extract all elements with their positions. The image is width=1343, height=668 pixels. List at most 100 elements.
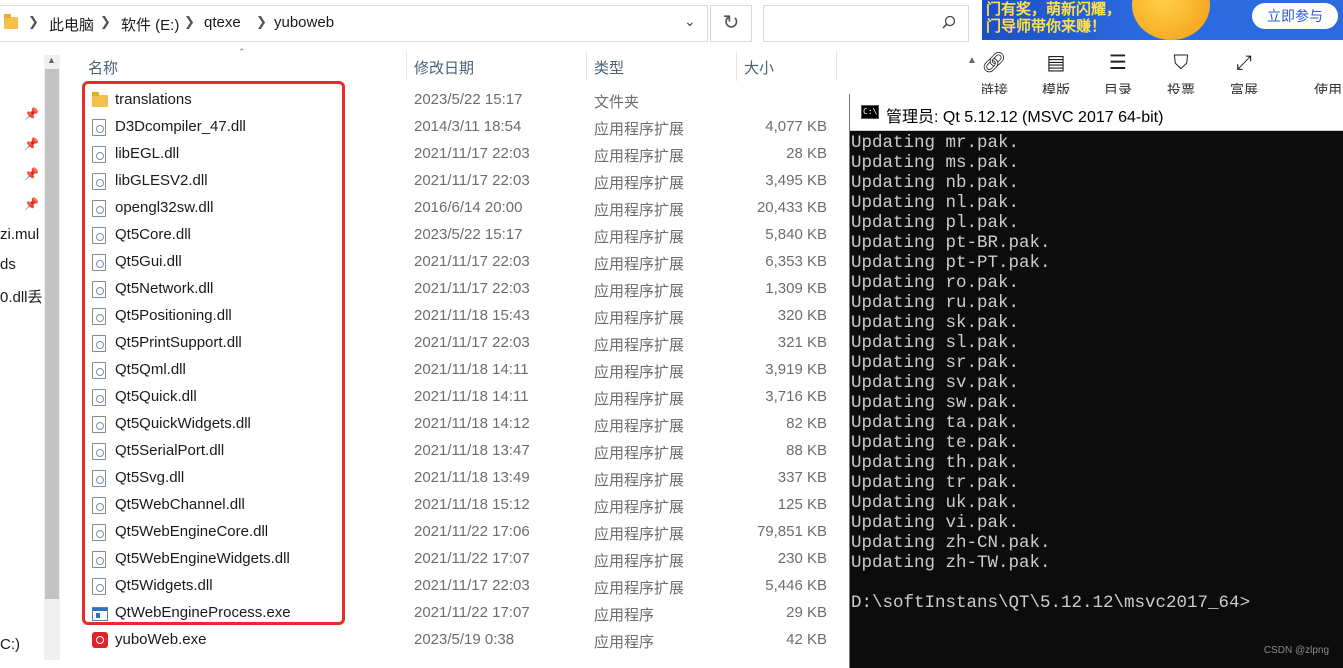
pin-icon[interactable]: 📌	[24, 167, 39, 181]
file-type: 应用程序扩展	[594, 310, 685, 327]
console-title: 管理员: Qt 5.12.12 (MSVC 2017 64-bit)	[886, 109, 1164, 126]
console-line: Updating zh-TW.pak.	[851, 553, 1051, 573]
column-divider[interactable]	[586, 51, 587, 81]
column-header-size[interactable]: 大小	[744, 57, 774, 78]
file-date: 2023/5/22 15:17	[414, 226, 523, 243]
file-type: 应用程序扩展	[594, 148, 685, 165]
file-type: 应用程序扩展	[594, 553, 685, 570]
file-date: 2021/11/18 14:11	[414, 361, 529, 378]
file-size: 3,919 KB	[765, 361, 827, 378]
breadcrumb-this-pc[interactable]: 此电脑	[49, 14, 94, 35]
expand-icon: ⤢	[1236, 52, 1252, 74]
pin-icon[interactable]: 📌	[24, 197, 39, 211]
file-size: 125 KB	[777, 496, 827, 513]
toc-icon: ☰	[1109, 52, 1127, 74]
nav-item-drive-c[interactable]: C:)	[0, 636, 20, 653]
file-type: 应用程序扩展	[594, 202, 685, 219]
file-date: 2021/11/17 22:03	[414, 577, 530, 594]
file-row[interactable]: yuboWeb.exe 2023/5/19 0:38 应用程序 42 KB	[84, 627, 884, 654]
nav-item[interactable]: 0.dll丢	[0, 286, 43, 307]
breadcrumb-qtexe[interactable]: qtexe	[204, 14, 241, 31]
file-type: 应用程序扩展	[594, 229, 685, 246]
console-line: Updating ro.pak.	[851, 273, 1020, 293]
console-line: Updating te.pak.	[851, 433, 1020, 453]
chevron-right-icon[interactable]: ❯	[100, 14, 111, 30]
search-input[interactable]	[772, 14, 932, 32]
toolbar-template[interactable]: ▤ 模版	[1036, 52, 1076, 94]
column-header-name[interactable]: 名称	[88, 57, 118, 78]
planet-illustration	[1132, 0, 1210, 40]
file-type: 应用程序扩展	[594, 121, 685, 138]
file-type: 应用程序扩展	[594, 391, 685, 408]
console-line: Updating th.pak.	[851, 453, 1020, 473]
file-type: 应用程序扩展	[594, 283, 685, 300]
nav-item[interactable]: ds	[0, 256, 16, 273]
background-web-page: 门有奖，萌新闪耀， 门导师带你来赚！ 立即参与 🔗︎ 链接 ▤ 模版 ☰ 目录 …	[982, 0, 1343, 94]
search-icon[interactable]	[942, 15, 956, 29]
vote-icon: ⛉	[1173, 52, 1189, 74]
promo-banner[interactable]: 门有奖，萌新闪耀， 门导师带你来赚！ 立即参与	[982, 0, 1343, 40]
chevron-right-icon[interactable]: ❯	[28, 14, 39, 30]
refresh-icon: ↻	[722, 12, 740, 34]
file-date: 2021/11/17 22:03	[414, 280, 530, 297]
nav-scrollbar[interactable]: ▲	[44, 55, 60, 660]
file-date: 2021/11/18 15:43	[414, 307, 530, 324]
file-size: 5,446 KB	[765, 577, 827, 594]
file-date: 2021/11/18 14:12	[414, 415, 530, 432]
column-header-date[interactable]: 修改日期	[414, 57, 474, 78]
file-size: 321 KB	[777, 334, 827, 351]
file-type: 应用程序扩展	[594, 526, 685, 543]
chevron-down-icon[interactable]: ⌄	[684, 13, 696, 30]
console-title-bar[interactable]: C:\ 管理员: Qt 5.12.12 (MSVC 2017 64-bit)	[850, 94, 1343, 131]
file-size: 337 KB	[777, 469, 827, 486]
console-line: Updating mr.pak.	[851, 133, 1020, 153]
folder-icon	[4, 14, 18, 29]
nav-item[interactable]: zi.mul	[0, 226, 39, 243]
address-bar[interactable]: ❯ 此电脑 ❯ 软件 (E:) ❯ qtexe ❯ yuboweb ⌄	[0, 5, 708, 42]
file-type: 文件夹	[594, 94, 640, 111]
column-divider[interactable]	[736, 51, 737, 81]
console-line: Updating sw.pak.	[851, 393, 1020, 413]
console-output[interactable]: Updating mr.pak. Updating ms.pak. Updating…	[851, 133, 1343, 666]
refresh-button[interactable]: ↻	[710, 5, 752, 42]
join-now-button[interactable]: 立即参与	[1252, 3, 1338, 29]
file-size: 82 KB	[786, 415, 827, 432]
chevron-right-icon[interactable]: ❯	[256, 14, 267, 30]
toolbar-link[interactable]: 🔗︎ 链接	[982, 52, 1014, 94]
toolbar-toc[interactable]: ☰ 目录	[1098, 52, 1138, 94]
scrollbar-thumb[interactable]	[45, 69, 59, 599]
chevron-right-icon[interactable]: ❯	[184, 14, 195, 30]
navigation-pane: 📌 📌 📌 📌 zi.mul ds 0.dll丢 C:) ▲	[0, 47, 60, 668]
toolbar-label: 模版	[1042, 82, 1070, 94]
breadcrumb-drive-e[interactable]: 软件 (E:)	[121, 14, 179, 35]
console-line: Updating pt-BR.pak.	[851, 233, 1051, 253]
column-divider[interactable]	[836, 51, 837, 81]
file-size: 4,077 KB	[765, 118, 827, 135]
pin-icon[interactable]: 📌	[24, 107, 39, 121]
breadcrumb-yuboweb[interactable]: yuboweb	[274, 14, 334, 31]
scroll-up-icon[interactable]: ▲	[47, 55, 56, 65]
file-date: 2021/11/22 17:07	[414, 604, 530, 621]
toolbar-use[interactable]: 使用	[1308, 52, 1343, 94]
app-exe-icon	[92, 632, 108, 648]
toolbar-expand[interactable]: ⤢ 富展	[1224, 52, 1264, 94]
file-date: 2021/11/18 15:12	[414, 496, 530, 513]
toolbar-vote[interactable]: ⛉ 投票	[1161, 52, 1201, 94]
file-type: 应用程序扩展	[594, 418, 685, 435]
pin-icon[interactable]: 📌	[24, 137, 39, 151]
banner-text: 门导师带你来赚！	[986, 18, 1107, 35]
scroll-up-icon[interactable]: ▲	[967, 55, 977, 66]
file-date: 2021/11/17 22:03	[414, 253, 530, 270]
toolbar-label: 投票	[1167, 82, 1195, 94]
console-window[interactable]: C:\ 管理员: Qt 5.12.12 (MSVC 2017 64-bit) U…	[849, 94, 1343, 668]
column-divider[interactable]	[406, 51, 407, 81]
file-type: 应用程序扩展	[594, 445, 685, 462]
file-size: 29 KB	[786, 604, 827, 621]
toolbar-label: 目录	[1104, 82, 1132, 94]
file-date: 2021/11/18 13:47	[414, 442, 530, 459]
column-header-type[interactable]: 类型	[594, 57, 624, 78]
file-type: 应用程序扩展	[594, 580, 685, 597]
search-box[interactable]	[763, 5, 969, 42]
file-size: 6,353 KB	[765, 253, 827, 270]
console-line: Updating pl.pak.	[851, 213, 1020, 233]
